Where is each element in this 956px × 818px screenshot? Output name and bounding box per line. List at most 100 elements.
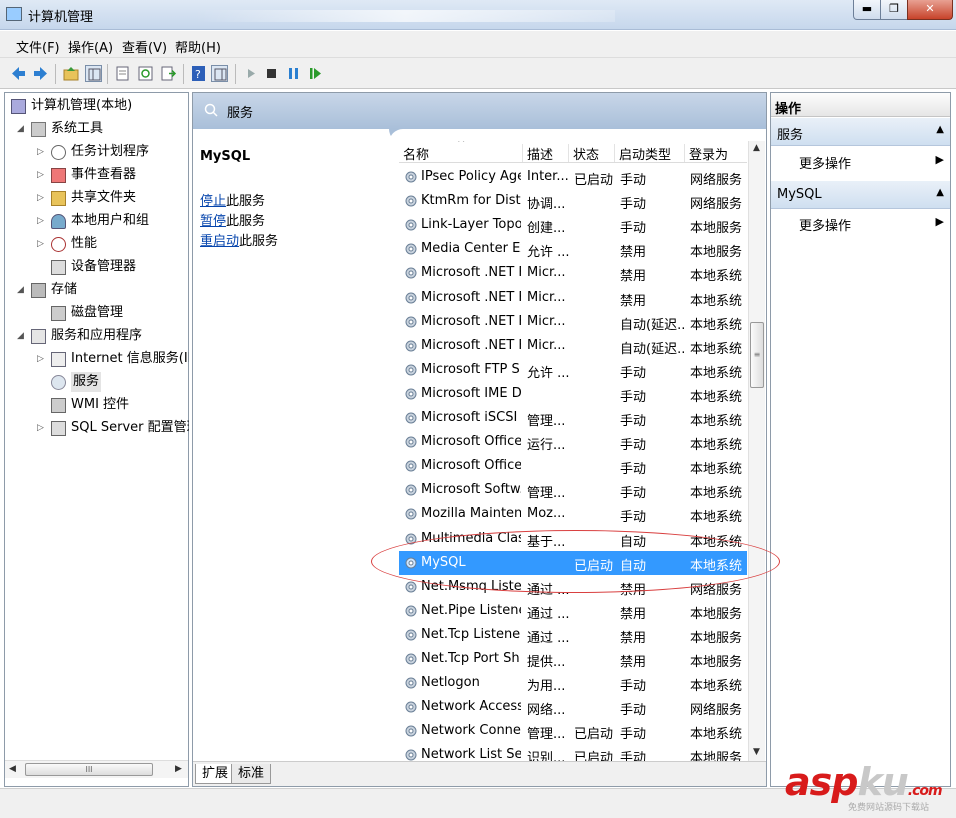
table-row[interactable]: Net.Pipe Listene... 通过 ... 禁用 本地服务 — [399, 599, 747, 623]
collapse-arrow-icon[interactable]: ◢ — [17, 326, 24, 346]
scroll-thumb[interactable]: ≡ — [750, 322, 764, 388]
menu-help[interactable]: 帮助(H) — [175, 37, 221, 56]
actions-section-mysql[interactable]: MySQL ▲ — [771, 181, 950, 209]
tree-services-apps[interactable]: ◢ 服务和应用程序 — [9, 326, 189, 346]
users-icon — [51, 214, 66, 229]
table-row[interactable]: Net.Tcp Port Sh... 提供... 禁用 本地服务 — [399, 647, 747, 671]
services-vertical-scrollbar[interactable]: ▲ ≡ ▼ — [748, 141, 765, 761]
cell-name: Microsoft FTP S... — [421, 361, 521, 377]
table-row[interactable]: Network Connec... 管理... 已启动手动 本地系统 — [399, 719, 747, 743]
table-row[interactable]: Network List Ser... 识别... 已启动手动 本地服务 — [399, 743, 747, 761]
cell-desc: 为用... — [527, 679, 566, 695]
table-row[interactable]: Microsoft .NET F... Micr... 禁用 本地系统 — [399, 286, 747, 310]
pause-link[interactable]: 暂停 — [200, 214, 226, 229]
stop-link[interactable]: 停止 — [200, 194, 226, 209]
start-icon[interactable] — [243, 65, 260, 82]
maximize-button[interactable]: ❐ — [880, 0, 908, 20]
column-startup-type[interactable]: 启动类型 — [615, 144, 685, 163]
expand-arrow-icon[interactable]: ▷ — [37, 142, 44, 162]
cell-name: Microsoft .NET F... — [421, 337, 521, 353]
table-row[interactable]: Media Center Ex... 允许 ... 禁用 本地服务 — [399, 237, 747, 261]
expand-arrow-icon[interactable]: ▷ — [37, 165, 44, 185]
tree-iis[interactable]: ▷ Internet 信息服务(IIS)管 — [9, 349, 189, 369]
tree-disk-management[interactable]: 磁盘管理 — [9, 303, 189, 323]
menu-view[interactable]: 查看(V) — [122, 37, 167, 56]
tree-task-scheduler[interactable]: ▷ 任务计划程序 — [9, 142, 189, 162]
more-actions-services[interactable]: 更多操作 ▶ — [771, 149, 950, 173]
tree-sql-server[interactable]: ▷ SQL Server 配置管理器 — [9, 418, 189, 438]
column-status[interactable]: 状态 — [569, 144, 615, 163]
menu-file[interactable]: 文件(F) — [16, 37, 60, 56]
tree-services[interactable]: 服务 — [9, 372, 189, 392]
tree-horizontal-scrollbar[interactable]: ◀ III ▶ — [5, 760, 188, 778]
back-icon[interactable] — [10, 65, 27, 82]
table-row[interactable]: Microsoft .NET F... Micr... 自动(延迟...本地系统 — [399, 310, 747, 334]
menu-action[interactable]: 操作(A) — [68, 37, 113, 56]
expand-arrow-icon[interactable]: ▷ — [37, 418, 44, 438]
close-button[interactable]: ✕ — [907, 0, 953, 20]
tree-system-tools[interactable]: ◢ 系统工具 — [9, 119, 189, 139]
table-row[interactable]: Microsoft iSCSI I... 管理... 手动 本地系统 — [399, 406, 747, 430]
tree-shared-folders[interactable]: ▷ 共享文件夹 — [9, 188, 189, 208]
refresh-icon[interactable] — [137, 65, 154, 82]
table-row[interactable]: Microsoft .NET F... Micr... 自动(延迟...本地系统 — [399, 334, 747, 358]
tree-root[interactable]: 计算机管理(本地) — [9, 96, 189, 116]
collapse-up-icon[interactable]: ▲ — [936, 124, 944, 135]
table-row[interactable]: Netlogon 为用... 手动 本地系统 — [399, 671, 747, 695]
actions-pane: 操作 服务 ▲ 更多操作 ▶ MySQL ▲ 更多操作 ▶ — [770, 92, 951, 787]
actions-section-services[interactable]: 服务 ▲ — [771, 118, 950, 146]
tree-event-viewer[interactable]: ▷ 事件查看器 — [9, 165, 189, 185]
scroll-thumb[interactable]: III — [25, 763, 153, 776]
storage-icon — [31, 283, 46, 298]
scroll-up-icon[interactable]: ▲ — [753, 143, 760, 153]
expand-arrow-icon[interactable]: ▷ — [37, 234, 44, 254]
collapse-arrow-icon[interactable]: ◢ — [17, 280, 24, 300]
minimize-button[interactable]: ▬ — [853, 0, 881, 20]
up-folder-icon[interactable] — [63, 65, 80, 82]
column-logon-as[interactable]: 登录为 — [685, 144, 747, 163]
table-row[interactable]: Microsoft .NET F... Micr... 禁用 本地系统 — [399, 261, 747, 285]
export-icon[interactable] — [160, 65, 177, 82]
stop-icon[interactable] — [263, 65, 280, 82]
forward-icon[interactable] — [32, 65, 49, 82]
properties-icon[interactable] — [114, 65, 131, 82]
table-row[interactable]: Microsoft FTP S... 允许 ... 手动 本地系统 — [399, 358, 747, 382]
show-action-pane-icon[interactable] — [211, 65, 228, 82]
scroll-down-icon[interactable]: ▼ — [753, 747, 760, 757]
tab-extended[interactable]: 扩展 — [195, 764, 236, 784]
tree-storage[interactable]: ◢ 存储 — [9, 280, 189, 300]
table-row[interactable]: Network Access ... 网络... 手动 网络服务 — [399, 695, 747, 719]
more-actions-mysql[interactable]: 更多操作 ▶ — [771, 211, 950, 235]
help-icon[interactable]: ? — [190, 65, 207, 82]
collapse-up-icon[interactable]: ▲ — [936, 187, 944, 198]
cell-logon: 本地系统 — [690, 510, 743, 526]
tree-device-manager[interactable]: 设备管理器 — [9, 257, 189, 277]
table-row[interactable]: Mozilla Mainten... Moz... 手动 本地系统 — [399, 502, 747, 526]
expand-arrow-icon[interactable]: ▷ — [37, 349, 44, 369]
restart-link[interactable]: 重启动 — [200, 234, 239, 249]
show-tree-icon[interactable] — [85, 65, 102, 82]
column-name[interactable]: 名称 ^ — [399, 141, 523, 163]
tree-wmi[interactable]: WMI 控件 — [9, 395, 189, 415]
table-row[interactable]: Microsoft Office... 手动 本地系统 — [399, 454, 747, 478]
cell-logon: 网络服务 — [690, 703, 743, 719]
column-description[interactable]: 描述 — [523, 144, 569, 163]
scroll-right-icon[interactable]: ▶ — [175, 764, 182, 774]
tree-performance[interactable]: ▷ 性能 — [9, 234, 189, 254]
table-row[interactable]: KtmRm for Distri... 协调... 手动 网络服务 — [399, 189, 747, 213]
table-row[interactable]: Net.Tcp Listener... 通过 ... 禁用 本地服务 — [399, 623, 747, 647]
tab-standard[interactable]: 标准 — [231, 764, 272, 784]
tree-local-users[interactable]: ▷ 本地用户和组 — [9, 211, 189, 231]
cell-name: Microsoft Office... — [421, 434, 521, 450]
pause-icon[interactable] — [285, 65, 302, 82]
table-row[interactable]: Microsoft IME D... 手动 本地系统 — [399, 382, 747, 406]
table-row[interactable]: Microsoft Office... 运行... 手动 本地系统 — [399, 430, 747, 454]
table-row[interactable]: Microsoft Softw... 管理... 手动 本地系统 — [399, 478, 747, 502]
restart-icon[interactable] — [307, 65, 324, 82]
table-row[interactable]: IPsec Policy Agent Inter... 已启动手动 网络服务 — [399, 165, 747, 189]
expand-arrow-icon[interactable]: ▷ — [37, 211, 44, 231]
table-row[interactable]: Link-Layer Topol... 创建... 手动 本地服务 — [399, 213, 747, 237]
expand-arrow-icon[interactable]: ▷ — [37, 188, 44, 208]
scroll-left-icon[interactable]: ◀ — [9, 764, 16, 774]
collapse-arrow-icon[interactable]: ◢ — [17, 119, 24, 139]
